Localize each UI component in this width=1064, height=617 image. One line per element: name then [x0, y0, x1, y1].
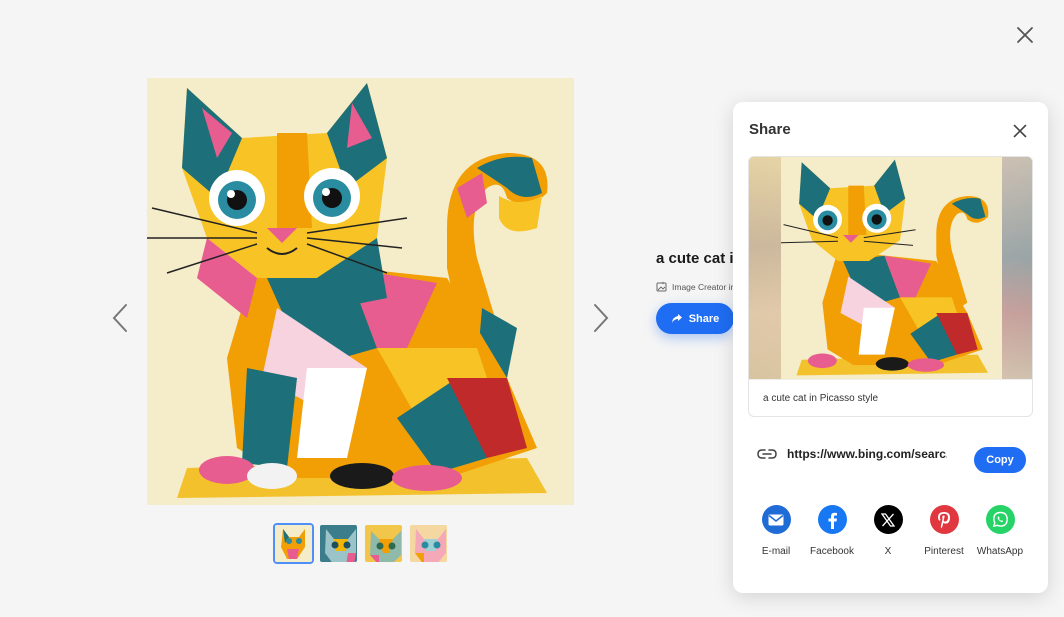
share-facebook-label: Facebook: [810, 546, 854, 557]
close-icon: [1013, 124, 1027, 138]
chevron-left-icon: [112, 304, 127, 332]
share-email-button[interactable]: E-mail: [748, 505, 804, 557]
share-dialog-title: Share: [749, 121, 791, 138]
share-dialog-close-button[interactable]: [1009, 120, 1031, 142]
email-icon: [761, 505, 791, 534]
thumbnail-strip: [273, 523, 449, 564]
close-icon: [1017, 27, 1033, 43]
thumbnail-1[interactable]: [273, 523, 314, 564]
image-title: a cute cat ir: [656, 250, 736, 267]
share-link-text[interactable]: https://www.bing.com/searc...: [787, 447, 947, 461]
share-link-row: https://www.bing.com/searc...: [757, 447, 947, 461]
share-pinterest-button[interactable]: Pinterest: [916, 505, 972, 557]
share-button-label: Share: [688, 312, 720, 325]
share-preview-image: [749, 157, 1032, 379]
thumbnail-3[interactable]: [363, 523, 404, 564]
share-preview-caption: a cute cat in Picasso style: [749, 379, 1032, 416]
share-icon: [671, 314, 682, 323]
share-dialog: Share a cute cat in Picasso style https:…: [733, 102, 1048, 593]
image-info: a cute cat ir Image Creator in: [656, 250, 736, 292]
pinterest-icon: [929, 505, 959, 534]
chevron-right-icon: [594, 304, 609, 332]
share-whatsapp-label: WhatsApp: [976, 546, 1024, 557]
share-email-label: E-mail: [761, 546, 791, 557]
generated-image: [147, 78, 574, 505]
whatsapp-icon: [985, 505, 1015, 534]
social-share-list: E-mail Facebook X Pinterest WhatsApp: [748, 505, 1028, 557]
next-image-button[interactable]: [589, 300, 613, 336]
share-facebook-button[interactable]: Facebook: [804, 505, 860, 557]
image-creator-icon: [656, 281, 667, 292]
previous-image-button[interactable]: [108, 300, 132, 336]
image-source: Image Creator in: [656, 281, 736, 292]
image-source-label: Image Creator in: [672, 281, 736, 292]
share-x-button[interactable]: X: [860, 505, 916, 557]
share-pinterest-label: Pinterest: [924, 546, 964, 557]
x-icon: [873, 505, 903, 534]
facebook-icon: [817, 505, 847, 534]
thumbnail-4[interactable]: [408, 523, 449, 564]
share-x-label: X: [884, 546, 892, 557]
copy-link-button[interactable]: Copy: [974, 447, 1026, 473]
share-button[interactable]: Share: [656, 303, 734, 334]
thumbnail-2[interactable]: [318, 523, 359, 564]
close-viewer-button[interactable]: [1012, 22, 1038, 48]
share-whatsapp-button[interactable]: WhatsApp: [972, 505, 1028, 557]
link-icon: [757, 447, 777, 461]
share-preview-card: a cute cat in Picasso style: [748, 156, 1033, 417]
